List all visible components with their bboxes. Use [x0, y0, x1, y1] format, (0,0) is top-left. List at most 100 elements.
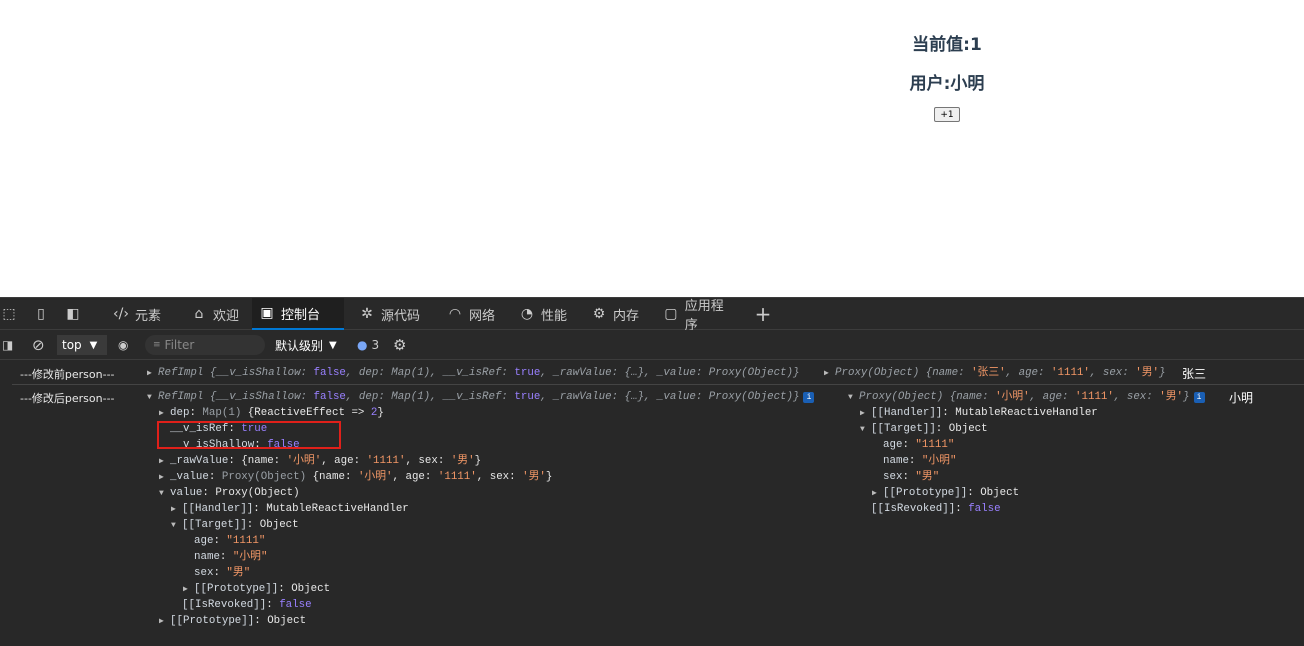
token: value	[170, 487, 203, 499]
expand-right-icon[interactable]: ▶	[824, 366, 835, 382]
info-icon[interactable]: i	[803, 392, 815, 403]
console-tree-line[interactable]: ▶ [[Handler]]: MutableReactiveHandler	[860, 405, 1098, 421]
console-tree-line: [[IsRevoked]]: false	[171, 597, 312, 613]
token: , age:	[1005, 367, 1051, 379]
tab-5[interactable]: ◔ 性能	[512, 298, 572, 330]
console-tree-line[interactable]: ▶ _rawValue: {name: '小明', age: '1111', se…	[159, 453, 481, 469]
context-select[interactable]: top ▼	[57, 335, 107, 355]
token: Proxy(Object) {name:	[859, 391, 996, 403]
sidebar-toggle-icon[interactable]: ◨	[2, 335, 13, 355]
code-icon: ‹/›	[113, 306, 129, 322]
console-tree-line[interactable]: ▼ value: Proxy(Object)	[159, 485, 300, 501]
token: : Object	[254, 615, 307, 627]
token: "1111"	[226, 535, 266, 547]
console-tree-line[interactable]: ▶ [[Prototype]]: Object	[159, 613, 306, 629]
token: : Object	[967, 487, 1020, 499]
token: '1111'	[1075, 391, 1114, 403]
token: Proxy(Object) {name:	[835, 367, 972, 379]
token: }	[1183, 391, 1190, 403]
tab-2[interactable]: ▣ 控制台	[252, 298, 344, 330]
tab-1[interactable]: ⌂ 欢迎	[184, 298, 244, 330]
gauge-icon: ◔	[520, 306, 534, 322]
expand-right-icon[interactable]: ▶	[159, 470, 170, 486]
console-tree-line: name: "小明"	[183, 549, 267, 565]
console-tree-line[interactable]: ▶ [[Handler]]: MutableReactiveHandler	[171, 501, 409, 517]
console-tree-line[interactable]: ▶ [[Prototype]]: Object	[872, 485, 1019, 501]
token: '男'	[1159, 391, 1184, 403]
console-tree-line[interactable]: ▼ [[Target]]: Object	[860, 421, 988, 437]
token: '张三'	[971, 367, 1006, 379]
token: dep	[170, 407, 190, 419]
tab-4[interactable]: ◠ 网络	[440, 298, 498, 330]
filter-icon: ≡	[153, 340, 161, 350]
console-tree-line[interactable]: ▶ Proxy(Object) {name: '张三', age: '1111',…	[824, 365, 1166, 381]
token: [[Prototype]]	[194, 583, 279, 595]
tab-7[interactable]: ▢ 应用程序	[656, 298, 736, 333]
expand-down-icon[interactable]: ▼	[159, 486, 170, 502]
token: , _rawValue: {…}, _value: Proxy(Object)}	[540, 367, 800, 379]
tab-6[interactable]: ⚙ 内存	[584, 298, 644, 330]
expand-down-icon[interactable]: ▼	[848, 390, 859, 406]
expand-down-icon[interactable]: ▼	[860, 422, 871, 438]
log-level-select[interactable]: 默认级别 ▼	[275, 335, 337, 355]
token: [[Target]]	[182, 519, 247, 531]
token: , age:	[1029, 391, 1075, 403]
token: false	[313, 391, 346, 403]
console-output: ---修改前person--- 张三 ---修改后person--- 小明 ▶ R…	[0, 361, 1304, 646]
console-tree-line: age: "1111"	[872, 437, 954, 453]
expand-right-icon[interactable]: ▶	[159, 406, 170, 422]
token: '小明'	[286, 455, 322, 467]
clear-console-icon[interactable]: ⊘	[32, 335, 45, 355]
log-text: 张三	[1182, 367, 1207, 381]
token: false	[968, 503, 1001, 515]
token: :	[208, 471, 222, 483]
expand-down-icon[interactable]: ▼	[171, 518, 182, 534]
tab-3[interactable]: ✲ 源代码	[352, 298, 424, 330]
console-tree-line[interactable]: ▶ _value: Proxy(Object) {name: '小明', age:…	[159, 469, 552, 485]
token: : MutableReactiveHandler	[942, 407, 1098, 419]
token: sex	[883, 471, 903, 483]
tab-0[interactable]: ‹/› 元素	[106, 298, 166, 330]
console-tree-line[interactable]: ▼ [[Target]]: Object	[171, 517, 299, 533]
log-level-value: 默认级别	[275, 338, 324, 353]
expand-right-icon[interactable]: ▶	[171, 502, 182, 518]
device-emulation-icon[interactable]: ▯	[32, 305, 50, 323]
expand-right-icon[interactable]: ▶	[147, 366, 158, 382]
expand-right-icon[interactable]: ▶	[860, 406, 871, 422]
current-value-heading: 当前值:1	[912, 35, 982, 55]
inspect-icon[interactable]: ⬚	[0, 305, 18, 323]
home-icon: ⌂	[194, 306, 204, 322]
console-tree-line: sex: "男"	[872, 469, 939, 485]
live-expression-eye-icon[interactable]: ◉	[118, 335, 128, 355]
token: : MutableReactiveHandler	[253, 503, 409, 515]
console-tree-line[interactable]: ▼ RefImpl {__v_isShallow: false, dep: Map…	[147, 389, 815, 406]
expand-right-icon[interactable]: ▶	[183, 582, 194, 598]
console-tree-line[interactable]: ▼ Proxy(Object) {name: '小明', age: '1111',…	[848, 389, 1205, 405]
info-icon[interactable]: i	[1193, 392, 1205, 403]
console-toolbar: ◨ ⊘ top ▼ ◉ ≡ Filter 默认级别 ▼ ● 3 ⚙	[0, 330, 1304, 360]
increment-button[interactable]: +1	[934, 107, 960, 122]
token: : {name:	[228, 455, 287, 467]
token: Proxy(Object)	[221, 471, 313, 483]
settings-gear-icon[interactable]: ⚙	[393, 335, 406, 355]
token: age	[883, 439, 903, 451]
token: , _rawValue: {…}, _value: Proxy(Object)}	[540, 391, 800, 403]
expand-down-icon[interactable]: ▼	[147, 390, 158, 406]
console-tree-line[interactable]: ▶ dep: Map(1) {ReactiveEffect => 2}	[159, 405, 384, 421]
dock-icon[interactable]: ◧	[64, 305, 82, 323]
add-tab-icon[interactable]: +	[754, 304, 772, 324]
log-divider	[12, 384, 1304, 385]
issues-counter[interactable]: ● 3	[357, 335, 379, 355]
token: name	[883, 455, 909, 467]
expand-right-icon[interactable]: ▶	[159, 454, 170, 470]
filter-input[interactable]: ≡ Filter	[145, 335, 265, 355]
token: : Object	[246, 519, 299, 531]
console-tree-line[interactable]: ▶ RefImpl {__v_isShallow: false, dep: Map…	[147, 365, 799, 381]
console-tree-line[interactable]: ▶ [[Prototype]]: Object	[183, 581, 330, 597]
expand-right-icon[interactable]: ▶	[159, 614, 170, 630]
expand-right-icon[interactable]: ▶	[872, 486, 883, 502]
token: name	[194, 551, 220, 563]
token: "小明"	[232, 551, 268, 563]
token: '男'	[522, 471, 546, 483]
token: , dep: Map(1), __v_isRef:	[345, 391, 515, 403]
